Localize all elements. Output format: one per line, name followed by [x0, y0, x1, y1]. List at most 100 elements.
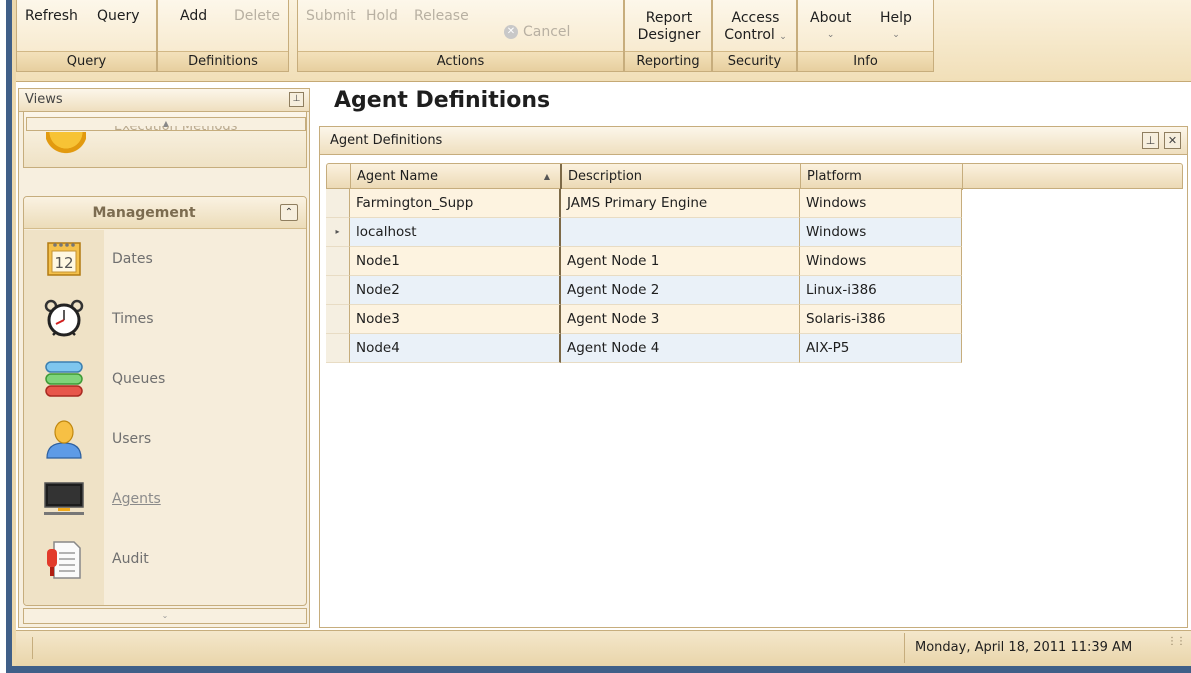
- about-label: About: [810, 10, 852, 26]
- calendar-icon: 12: [44, 239, 84, 279]
- panel-title: Agent Definitions: [330, 133, 443, 148]
- agent-definitions-panel: Agent Definitions ⊥ ✕ Agent Name ▲ Descr…: [319, 126, 1188, 628]
- page-title: Agent Definitions: [334, 88, 551, 113]
- add-button[interactable]: Add: [180, 8, 207, 24]
- ribbon-group-caption: Security: [713, 51, 796, 71]
- help-button[interactable]: Help ⌄: [880, 10, 912, 44]
- cell-agent-name[interactable]: Node4: [350, 334, 561, 363]
- nav-label-agents: Agents: [112, 491, 161, 507]
- cell-description[interactable]: [561, 218, 800, 247]
- nav-item-queues[interactable]: Queues: [24, 351, 306, 407]
- query-button[interactable]: Query: [97, 8, 140, 24]
- status-bar: Monday, April 18, 2011 11:39 AM ⋮⋮: [16, 630, 1191, 666]
- pin-icon[interactable]: ⊥: [289, 92, 304, 107]
- views-panel: ▲ Execution Methods Management ⌃ 12 Date…: [18, 112, 310, 628]
- ribbon-group-caption: Info: [798, 51, 933, 71]
- nav-item-audit[interactable]: Audit: [24, 531, 306, 587]
- management-header[interactable]: Management ⌃: [24, 197, 306, 229]
- calendar-day: 12: [54, 254, 73, 272]
- nav-item-users[interactable]: Users: [24, 411, 306, 467]
- cell-agent-name[interactable]: Node3: [350, 305, 561, 334]
- cell-description[interactable]: Agent Node 2: [561, 276, 800, 305]
- cell-agent-name[interactable]: Node1: [350, 247, 561, 276]
- ribbon-group-security: Access Control ⌄ Security: [712, 0, 797, 72]
- ribbon-group-query: Refresh Query Query: [16, 0, 157, 72]
- management-group: Management ⌃ 12 Dates Times Queues Users…: [23, 196, 307, 606]
- window-frame-inner: [12, 0, 16, 673]
- table-row[interactable]: ▸ localhost Windows: [326, 218, 966, 247]
- queues-icon: [44, 359, 84, 399]
- hold-button[interactable]: Hold: [366, 8, 398, 24]
- report-designer-label: Report: [645, 10, 693, 26]
- pin-icon[interactable]: ⊥: [1142, 132, 1159, 149]
- row-selector[interactable]: [326, 276, 350, 305]
- nav-item-dates[interactable]: 12 Dates: [24, 231, 306, 287]
- table-row[interactable]: Farmington_Supp JAMS Primary Engine Window…: [326, 189, 966, 218]
- close-icon[interactable]: ✕: [1164, 132, 1181, 149]
- nav-label-dates: Dates: [112, 251, 153, 267]
- resize-grip-icon[interactable]: ⋮⋮: [1167, 627, 1186, 657]
- scroll-down-button[interactable]: ⌄: [23, 608, 307, 624]
- row-selector-header: [327, 164, 351, 190]
- row-selector[interactable]: [326, 334, 350, 363]
- cell-description[interactable]: Agent Node 3: [561, 305, 800, 334]
- cell-platform[interactable]: Windows: [800, 247, 962, 276]
- column-header-description[interactable]: Description: [562, 164, 801, 190]
- cell-agent-name[interactable]: Node2: [350, 276, 561, 305]
- cell-platform[interactable]: AIX-P5: [800, 334, 962, 363]
- alarm-clock-icon: [44, 299, 84, 339]
- submit-button[interactable]: Submit: [306, 8, 356, 24]
- report-designer-button[interactable]: Report Designer: [625, 10, 713, 44]
- panel-header: Agent Definitions ⊥ ✕: [320, 127, 1187, 155]
- cell-description[interactable]: Agent Node 1: [561, 247, 800, 276]
- access-control-label-2: Control: [724, 27, 775, 43]
- cancel-button[interactable]: ✕ Cancel: [504, 24, 570, 40]
- current-row-indicator-icon[interactable]: ▸: [326, 218, 350, 247]
- table-row[interactable]: Node2 Agent Node 2 Linux-i386: [326, 276, 966, 305]
- cell-description[interactable]: JAMS Primary Engine: [561, 189, 800, 218]
- chevron-down-icon: ⌄: [892, 30, 900, 40]
- execution-methods-label[interactable]: Execution Methods: [114, 126, 237, 134]
- datetime-text: Monday, April 18, 2011 11:39 AM: [915, 640, 1133, 655]
- column-label: Agent Name: [357, 169, 438, 184]
- table-row[interactable]: Node4 Agent Node 4 AIX-P5: [326, 334, 966, 363]
- app-window: Refresh Query Query Add Delete Definitio…: [0, 0, 1191, 673]
- views-panel-header: Views ⊥: [18, 88, 310, 112]
- cell-agent-name[interactable]: localhost: [350, 218, 561, 247]
- report-designer-label-2: Designer: [637, 27, 701, 43]
- gear-icon: [46, 132, 86, 154]
- row-selector[interactable]: [326, 189, 350, 218]
- column-header-platform[interactable]: Platform: [801, 164, 963, 190]
- table-row[interactable]: Node3 Agent Node 3 Solaris-i386: [326, 305, 966, 334]
- user-icon: [44, 419, 84, 459]
- cell-platform[interactable]: Windows: [800, 218, 962, 247]
- delete-button[interactable]: Delete: [234, 8, 280, 24]
- about-button[interactable]: About ⌄: [810, 10, 851, 44]
- monitor-icon: [44, 479, 84, 519]
- cell-platform[interactable]: Solaris-i386: [800, 305, 962, 334]
- release-button[interactable]: Release: [414, 8, 469, 24]
- column-label: Platform: [807, 169, 862, 184]
- grid-header: Agent Name ▲ Description Platform: [326, 163, 1183, 190]
- nav-label-users: Users: [112, 431, 152, 447]
- column-label: Description: [568, 169, 643, 184]
- ribbon-group-caption: Actions: [298, 51, 623, 71]
- collapse-up-icon[interactable]: ⌃: [280, 204, 298, 221]
- nav-label-queues: Queues: [112, 371, 166, 387]
- access-control-button[interactable]: Access Control ⌄: [713, 10, 798, 46]
- access-control-label: Access: [731, 10, 780, 26]
- row-selector[interactable]: [326, 247, 350, 276]
- row-selector[interactable]: [326, 305, 350, 334]
- ribbon-group-caption: Query: [17, 51, 156, 71]
- table-row[interactable]: Node1 Agent Node 1 Windows: [326, 247, 966, 276]
- nav-item-agents[interactable]: Agents: [24, 471, 306, 527]
- ribbon-group-caption: Reporting: [625, 51, 711, 71]
- nav-item-times[interactable]: Times: [24, 291, 306, 347]
- audit-document-icon: [44, 539, 84, 579]
- cell-platform[interactable]: Linux-i386: [800, 276, 962, 305]
- cell-description[interactable]: Agent Node 4: [561, 334, 800, 363]
- column-header-agent-name[interactable]: Agent Name ▲: [351, 164, 562, 190]
- cell-platform[interactable]: Windows: [800, 189, 962, 218]
- refresh-button[interactable]: Refresh: [25, 8, 78, 24]
- cell-agent-name[interactable]: Farmington_Supp: [350, 189, 561, 218]
